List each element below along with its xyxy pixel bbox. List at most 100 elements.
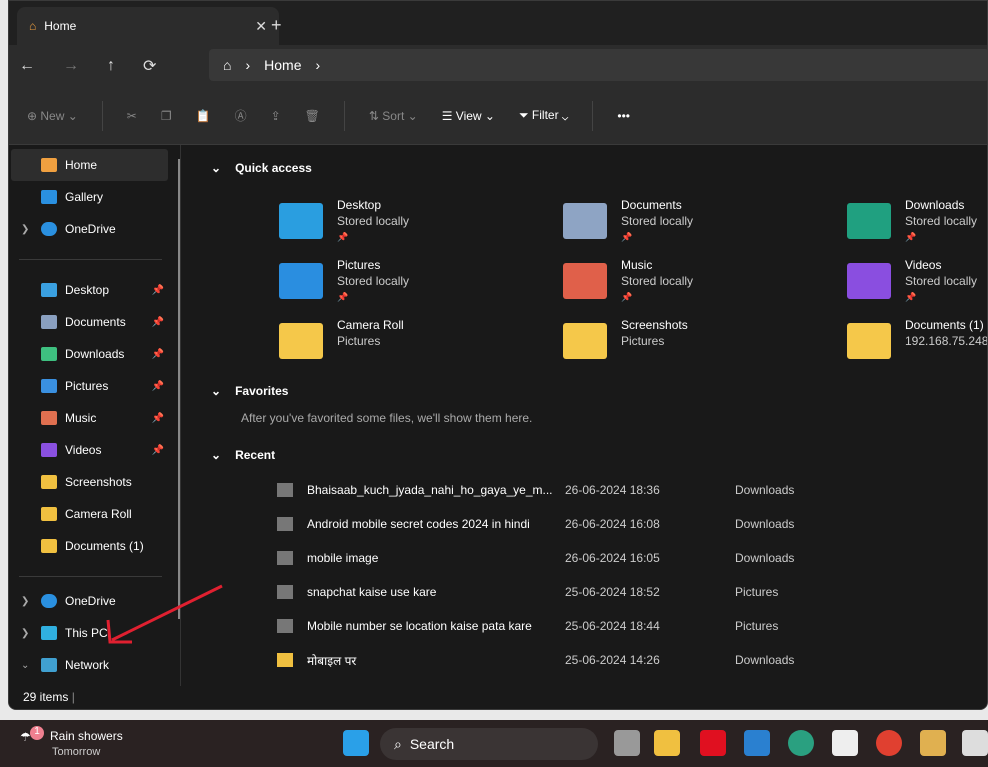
quick-access-item[interactable]: Documents (1) 192.168.75.248 (847, 317, 987, 359)
item-name: Screenshots (621, 318, 688, 332)
folder-icon (41, 347, 57, 361)
forward-button[interactable]: → (63, 57, 79, 75)
sidebar-item-pinned[interactable]: Desktop 📌 (9, 274, 180, 306)
tab-home[interactable]: ⌂ Home ✕ (17, 7, 279, 45)
divider (343, 100, 345, 131)
sidebar-item-home[interactable]: Home (11, 149, 168, 181)
sidebar-item-network[interactable]: ⌄ Network (9, 649, 180, 681)
file-location: Downloads (735, 653, 795, 667)
search-icon: ⌕ (394, 735, 402, 752)
delete-icon[interactable]: 🗑 (305, 109, 320, 123)
file-name: मोबाइल पर (307, 653, 357, 668)
sidebar-item-pinned[interactable]: Documents 📌 (9, 306, 180, 338)
back-button[interactable]: ← (19, 57, 35, 75)
item-sub: Stored locally (621, 274, 694, 288)
file-thumbnail-icon (277, 653, 293, 667)
share-icon[interactable]: ⇪ (271, 109, 281, 123)
table-row[interactable]: snapchat kaise use kare 25-06-2024 18:52 P… (277, 575, 877, 609)
tab-bar: ⌂ Home ✕ + (9, 1, 987, 45)
home-icon: ⌂ (29, 19, 37, 33)
paste-icon[interactable]: 📋 (196, 109, 211, 123)
quick-access-item[interactable]: Screenshots Pictures (563, 317, 688, 359)
more-options-button[interactable]: ••• (617, 109, 630, 123)
file-name: Android mobile secret codes 2024 in hind… (307, 517, 530, 531)
youtube-icon[interactable] (700, 730, 726, 756)
mail-icon[interactable] (744, 730, 770, 756)
weather-label[interactable]: Rain showers (50, 729, 123, 743)
search-label: Search (409, 736, 455, 752)
quick-access-item[interactable]: Documents Stored locally 📌 (563, 197, 693, 245)
sidebar-item-pinned[interactable]: Videos 📌 (9, 434, 180, 466)
file-name: Bhaisaab_kuch_jyada_nahi_ho_gaya_ye_m... (307, 483, 553, 497)
section-title: Favorites (235, 384, 289, 398)
sidebar-item-label: Pictures (65, 379, 109, 393)
filter-button[interactable]: ⏷ Filter ⌄ (519, 108, 568, 123)
item-sub: Stored locally (905, 214, 978, 228)
sidebar-item-gallery[interactable]: Gallery (9, 181, 180, 213)
cut-icon[interactable]: ✂ (127, 109, 137, 123)
refresh-button[interactable]: ⟳ (143, 56, 156, 76)
chevron-right-icon[interactable]: ❯ (21, 628, 29, 639)
table-row[interactable]: mobile image 26-06-2024 16:05 Downloads (277, 541, 877, 575)
quick-access-item[interactable]: Music Stored locally 📌 (563, 257, 693, 305)
notification-badge: 1 (30, 726, 44, 740)
sidebar-item-onedrive[interactable]: ❯ OneDrive (9, 213, 180, 245)
file-thumbnail-icon (277, 551, 293, 565)
status-bar: 29 items | (9, 686, 987, 709)
new-button[interactable]: ⊕ New ⌄ (27, 109, 78, 123)
command-bar: ⊕ New ⌄ ✂ ❐ 📋 Ⓐ ⇪ 🗑 ⇅ Sort ⌄ ☰ View ⌄ ⏷ … (9, 87, 987, 145)
breadcrumb[interactable]: Home (264, 57, 301, 73)
table-row[interactable]: Mobile number se location kaise pata kar… (277, 609, 877, 643)
sidebar-item-label: Documents (1) (65, 539, 144, 553)
sidebar-item-label: OneDrive (65, 222, 116, 236)
quick-access-item[interactable]: Downloads Stored locally 📌 (847, 197, 977, 245)
file-explorer-icon[interactable] (654, 730, 680, 756)
up-button[interactable]: ↑ (107, 57, 115, 75)
view-button[interactable]: ☰ View ⌄ (442, 109, 495, 123)
chevron-right-icon[interactable]: ❯ (21, 596, 29, 607)
sidebar-item-pinned[interactable]: Downloads 📌 (9, 338, 180, 370)
file-explorer-onedrive-icon[interactable] (920, 730, 946, 756)
table-row[interactable]: मोबाइल पर 25-06-2024 14:26 Downloads (277, 643, 877, 677)
item-name: Documents (621, 198, 682, 212)
close-tab-button[interactable]: ✕ (255, 18, 267, 35)
taskbar-search[interactable]: ⌕ Search (380, 728, 598, 760)
item-count: 29 items (23, 690, 69, 704)
folder-icon (563, 323, 607, 359)
pin-icon: 📌 (151, 348, 164, 360)
chevron-right-icon: › (315, 57, 321, 73)
chrome-icon[interactable] (876, 730, 902, 756)
scrollbar[interactable] (178, 159, 180, 619)
snipping-tool-icon[interactable] (962, 730, 988, 756)
quick-access-header[interactable]: ⌄ Quick access (211, 161, 312, 175)
rename-icon[interactable]: Ⓐ (235, 107, 247, 124)
copy-icon[interactable]: ❐ (161, 109, 172, 123)
task-view-icon[interactable] (614, 730, 640, 756)
quick-access-item[interactable]: Pictures Stored locally 📌 (279, 257, 409, 305)
favorites-header[interactable]: ⌄ Favorites (211, 384, 288, 398)
quick-access-item[interactable]: Desktop Stored locally 📌 (279, 197, 409, 245)
recent-header[interactable]: ⌄ Recent (211, 448, 275, 462)
sidebar-item-pinned[interactable]: Screenshots (9, 466, 180, 498)
sidebar-item-pinned[interactable]: Documents (1) (9, 530, 180, 562)
start-button[interactable] (343, 730, 369, 756)
new-tab-button[interactable]: + (271, 15, 282, 36)
sidebar-item-pinned[interactable]: Camera Roll (9, 498, 180, 530)
tab-title: Home (44, 19, 77, 33)
sidebar-item-label: Gallery (65, 190, 104, 204)
quick-access-item[interactable]: Videos Stored locally 📌 (847, 257, 977, 305)
file-thumbnail-icon (277, 585, 293, 599)
store-icon[interactable] (832, 730, 858, 756)
edge-icon[interactable] (788, 730, 814, 756)
sidebar-item-pinned[interactable]: Music 📌 (9, 402, 180, 434)
table-row[interactable]: Android mobile secret codes 2024 in hind… (277, 507, 877, 541)
sidebar-item-label: Music (65, 411, 97, 425)
sidebar-item-pinned[interactable]: Pictures 📌 (9, 370, 180, 402)
table-row[interactable]: Bhaisaab_kuch_jyada_nahi_ho_gaya_ye_m...… (277, 473, 877, 507)
quick-access-item[interactable]: Camera Roll Pictures (279, 317, 404, 359)
chevron-right-icon[interactable]: ❯ (21, 224, 29, 235)
chevron-down-icon[interactable]: ⌄ (21, 660, 29, 671)
address-bar[interactable]: ⌂ › Home › (209, 49, 987, 81)
home-icon: ⌂ (223, 57, 232, 73)
sort-button[interactable]: ⇅ Sort ⌄ (369, 109, 418, 123)
